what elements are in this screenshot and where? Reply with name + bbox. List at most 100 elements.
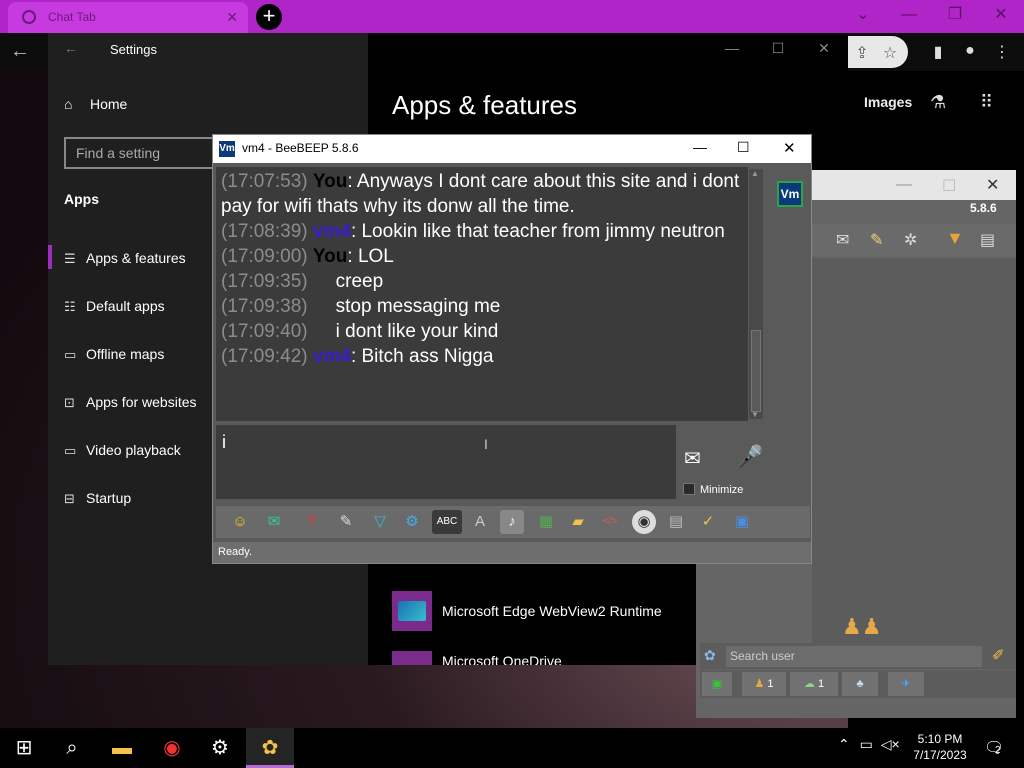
settings-home-link[interactable]: ⌂ Home [64,96,127,112]
tab-groups[interactable]: ♣ [842,672,878,696]
filter-icon[interactable]: ▽ [368,510,392,534]
settings-close-button[interactable]: ✕ [804,40,844,57]
bookmark-star-icon[interactable]: ☆ [876,43,904,63]
settings-gear-icon[interactable]: ✿ [704,647,716,664]
nav-item-apps-features[interactable]: ☰ Apps & features [64,250,186,274]
settings-back-icon[interactable]: ← [64,40,78,56]
download-folder-icon[interactable]: ▼ [946,228,964,249]
clear-broom-icon[interactable]: ✐ [992,646,1005,664]
browser-close-button[interactable]: ✕ [978,0,1024,33]
web-apps-icon: ⊡ [64,395,75,410]
compose-icon[interactable]: ✎ [870,230,883,250]
clipboard-icon[interactable]: ▤ [980,230,995,250]
labs-flask-icon[interactable]: ⚗ [930,92,946,113]
screenshot-icon[interactable]: ◉ [632,510,656,534]
beebeep-main-toolbar: ✉ ✎ ✲ ▼ ▤ [812,224,1016,256]
nav-item-apps-for-websites[interactable]: ⊡ Apps for websites [64,394,197,418]
message-input[interactable] [216,425,676,499]
chat-minimize-button[interactable]: — [693,139,707,155]
message-input-text[interactable]: i [222,432,226,453]
nav-item-startup[interactable]: ⊟ Startup [64,490,131,514]
chat-scroll-thumb[interactable] [751,330,761,412]
color-icon[interactable]: ✎ [334,510,358,534]
video-icon: ▭ [64,443,77,458]
browser-restore-button[interactable]: ❐ [932,0,978,33]
images-link[interactable]: Images [864,94,912,110]
webview2-app-icon [392,591,432,631]
tab-home[interactable]: ▣ [702,672,732,696]
network-icon[interactable]: ✲ [904,230,917,250]
browser-menu-icon[interactable]: ⋮ [988,42,1016,62]
start-windows-icon[interactable]: ⊞ [0,728,48,768]
search-icon[interactable]: ⌕ [48,728,96,768]
onedrive-app-icon [392,651,432,665]
share-icon[interactable]: ⇪ [848,43,876,63]
browser-minimize-button[interactable]: — [886,0,932,33]
minimize-checkbox[interactable] [683,483,695,495]
tab-search-chevron-icon[interactable]: ⌄ [840,0,886,33]
tab-chats[interactable]: ☁ 1 [790,672,838,696]
settings-maximize-button[interactable]: ☐ [758,40,798,57]
tab-users[interactable]: ♟ 1 [742,672,786,696]
clock[interactable]: 5:10 PM 7/17/2023 [908,731,972,763]
show-hidden-icons-icon[interactable]: ⌃ [838,736,850,752]
word-complete-icon[interactable]: A [468,510,492,534]
scroll-up-icon[interactable]: ▲ [751,169,759,178]
mail-icon[interactable]: ✉ [836,230,849,250]
emoticon-icon[interactable]: ☺ [228,510,252,534]
omnibox-end[interactable]: ⇪ ☆ [848,36,908,68]
monitor-icon: ▣ [711,678,723,690]
new-tab-button[interactable]: + [256,4,282,30]
settings-search-input[interactable]: Find a setting [64,137,224,169]
beebeep-close-button[interactable]: ✕ [986,175,999,195]
chrome-icon[interactable]: ◉ [148,728,196,768]
microphone-icon[interactable]: 🎤 [736,444,763,470]
beebeep-maximize-button[interactable]: ☐ [942,176,956,196]
spellcheck-icon[interactable]: ABC [432,510,462,534]
send-message-icon[interactable]: ✉ [684,446,701,471]
beebeep-minimize-button[interactable]: — [896,176,912,194]
profile-icon[interactable]: ● [956,42,984,60]
volume-muted-icon[interactable]: ◁× [881,736,900,752]
search-user-input[interactable]: Search user [726,646,982,667]
font-icon[interactable]: T [300,510,324,534]
code-icon[interactable]: </> [598,510,622,534]
apps-grid-icon[interactable]: ⠿ [980,92,993,113]
envelope-icon[interactable]: ✉ [262,510,286,534]
file-explorer-icon[interactable]: ▬ [98,728,146,768]
app-list-item[interactable]: Microsoft OneDrive [392,651,692,665]
print-icon[interactable]: ▤ [664,510,688,534]
tab-title: Chat Tab [48,10,96,24]
file-send-icon[interactable]: ▦ [534,510,558,534]
note-icon[interactable]: ♪ [500,510,524,534]
notification-center-icon[interactable]: 🗨 2 [984,738,1004,758]
nav-item-offline-maps[interactable]: ▭ Offline maps [64,346,164,370]
tab-close-icon[interactable]: ✕ [226,9,238,26]
settings-icon[interactable]: ⚙ [400,510,424,534]
nav-item-video-playback[interactable]: ▭ Video playback [64,442,181,466]
startup-icon: ⊟ [64,491,75,506]
chat-window-title: vm4 - BeeBEEP 5.8.6 [242,141,359,155]
folder-send-icon[interactable]: ▰ [566,510,590,534]
window-detach-icon[interactable]: ▣ [730,510,754,534]
settings-minimize-button[interactable]: — [712,40,752,56]
browser-tab[interactable]: Chat Tab ✕ [8,2,248,33]
page-title: Apps & features [392,90,577,120]
app-list-item[interactable]: Microsoft Edge WebView2 Runtime [392,591,692,631]
beebeep-user-list: ♟♟ [812,258,1016,643]
date: 7/17/2023 [913,748,967,762]
users-icon: ♟♟ [842,614,882,639]
beebeep-taskbar-icon[interactable]: ✿ [246,728,294,768]
tab-files[interactable]: ✈ [888,672,924,696]
network-icon[interactable]: ▭ [860,736,873,752]
home-icon: ⌂ [64,96,73,112]
chat-close-button[interactable]: ✕ [783,139,796,157]
groups-icon: ♣ [856,678,864,690]
browser-back-icon[interactable]: ← [10,40,30,63]
sidebar-toggle-icon[interactable]: ▮ [924,42,952,62]
chat-maximize-button[interactable]: ☐ [737,139,750,156]
settings-taskbar-icon[interactable]: ⚙ [196,728,244,768]
clipboard-paste-icon[interactable]: ✓ [696,510,720,534]
chat-avatar-panel [768,167,810,497]
nav-item-default-apps[interactable]: ☷ Default apps [64,298,165,322]
